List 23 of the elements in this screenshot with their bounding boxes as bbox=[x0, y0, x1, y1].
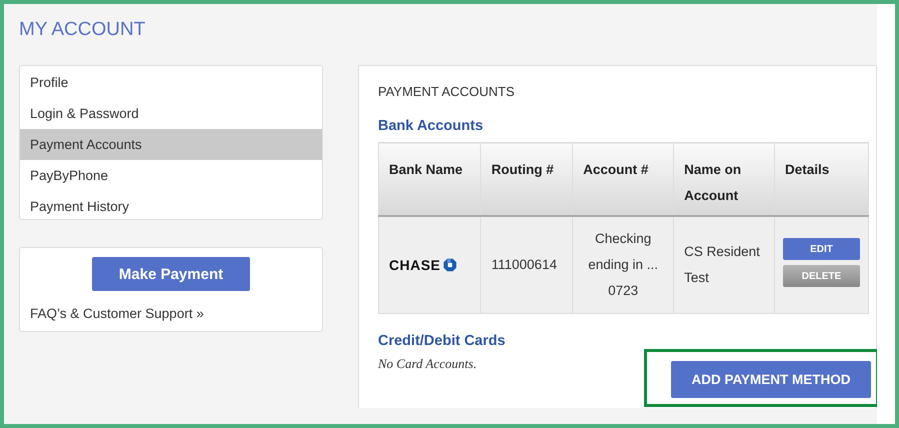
sidebar-item[interactable]: Payment Accounts bbox=[20, 129, 322, 160]
make-payment-button[interactable]: Make Payment bbox=[92, 257, 250, 291]
empty-message: No Card Accounts. bbox=[378, 356, 477, 372]
column-header: Routing # bbox=[480, 142, 573, 216]
support-link[interactable]: FAQ’s & Customer Support » bbox=[30, 306, 204, 321]
column-header: Bank Name bbox=[378, 142, 481, 216]
add-payment-method-button[interactable]: ADD PAYMENT METHOD bbox=[671, 361, 871, 398]
table-cell: 111000614 bbox=[480, 216, 573, 314]
sidebar-item[interactable]: Payment History bbox=[20, 191, 322, 222]
sidebar-item[interactable]: Profile bbox=[20, 67, 322, 98]
column-header: Details bbox=[774, 142, 868, 216]
table-cell: CS Resident Test bbox=[674, 216, 774, 314]
column-header: Account # bbox=[572, 142, 674, 216]
sidebar-item[interactable]: PayByPhone bbox=[20, 160, 322, 191]
subsection-title: Credit/Debit Cards bbox=[378, 333, 506, 349]
section-heading: PAYMENT ACCOUNTS bbox=[378, 84, 515, 99]
column-header: Name on Account bbox=[674, 142, 774, 216]
bank-logo: CHASE bbox=[389, 252, 457, 278]
page-title: MY ACCOUNT bbox=[19, 18, 146, 42]
edit-button[interactable]: EDIT bbox=[783, 238, 860, 260]
sidebar-item[interactable]: Login & Password bbox=[20, 98, 322, 129]
table-cell: Checking ending in ... 0723 bbox=[572, 216, 674, 314]
subsection-title: Bank Accounts bbox=[378, 118, 484, 134]
